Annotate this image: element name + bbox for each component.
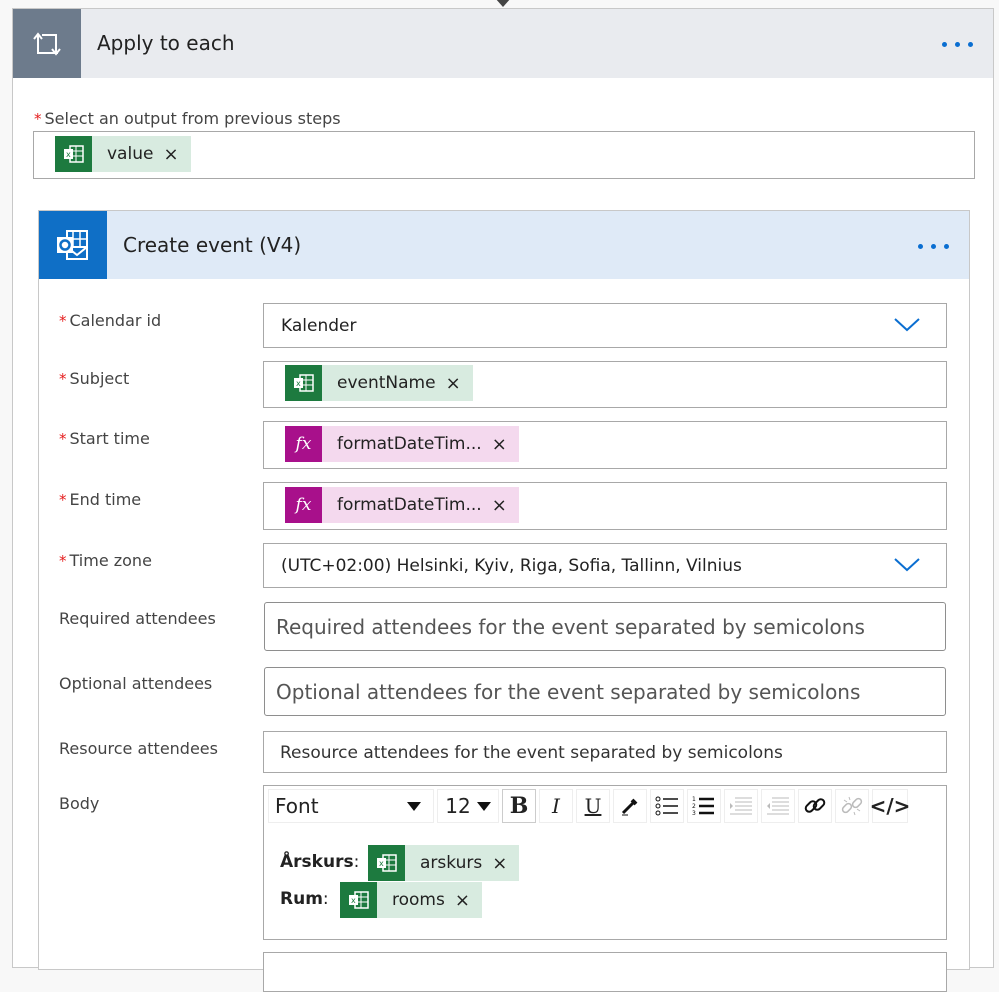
chevron-down-icon: [894, 318, 920, 332]
font-size-dropdown[interactable]: 12: [437, 789, 499, 823]
calendar-id-label: * Calendar id: [59, 311, 162, 330]
bulleted-list-button[interactable]: [650, 789, 684, 823]
remove-token-icon[interactable]: ×: [492, 434, 507, 455]
time-zone-dropdown[interactable]: (UTC+02:00) Helsinki, Kyiv, Riga, Sofia,…: [263, 543, 947, 588]
remove-token-icon[interactable]: ×: [163, 144, 178, 165]
excel-icon: x: [285, 365, 322, 401]
resource-attendees-label: Resource attendees: [59, 739, 218, 758]
indent-button[interactable]: [724, 789, 758, 823]
remove-token-icon[interactable]: ×: [446, 373, 461, 394]
token-value[interactable]: x value ×: [55, 136, 191, 172]
start-time-input[interactable]: fx formatDateTim... ×: [263, 421, 947, 469]
create-event-header[interactable]: Create event (V4): [39, 211, 969, 279]
optional-attendees-label: Optional attendees: [59, 674, 213, 693]
body-label: Body: [59, 794, 100, 813]
svg-text:x: x: [66, 150, 71, 159]
rich-text-toolbar: Font 12 B I U 123 </>: [268, 789, 942, 823]
subject-input[interactable]: x eventName ×: [263, 361, 947, 408]
bulleted-list-icon: [655, 796, 678, 816]
link-icon: [804, 798, 826, 813]
chevron-down-icon: [894, 558, 920, 572]
function-icon: fx: [285, 487, 322, 523]
function-icon: fx: [285, 426, 322, 462]
subject-label: * Subject: [59, 369, 130, 388]
caret-down-icon: [476, 801, 491, 811]
numbered-list-icon: 123: [692, 796, 714, 816]
start-time-label: * Start time: [59, 429, 150, 448]
caret-down-icon: [407, 801, 421, 811]
token-arskurs[interactable]: x arskurs ×: [368, 845, 520, 881]
calendar-id-dropdown[interactable]: Kalender: [263, 303, 947, 348]
loop-icon: [13, 9, 81, 78]
svg-text:1: 1: [692, 796, 696, 803]
body-line-arskurs: Årskurs:: [280, 852, 360, 872]
body-line-rum: Rum:: [280, 889, 329, 909]
insert-link-button[interactable]: [798, 789, 832, 823]
connector-arrow-icon: [495, 0, 511, 7]
outdent-button[interactable]: [761, 789, 795, 823]
required-attendees-input[interactable]: Required attendees for the event separat…: [264, 602, 946, 651]
indent-icon: [730, 797, 752, 815]
apply-to-each-title: Apply to each: [97, 31, 235, 55]
create-event-card: Create event (V4) * Calendar id Kalender …: [38, 210, 970, 992]
token-end-expression[interactable]: fx formatDateTim... ×: [285, 487, 519, 523]
token-start-expression[interactable]: fx formatDateTim... ×: [285, 426, 519, 462]
excel-icon: x: [55, 136, 92, 172]
svg-text:x: x: [296, 379, 301, 388]
select-output-label: * Select an output from previous steps: [34, 109, 341, 128]
underline-button[interactable]: U: [576, 789, 610, 823]
required-attendees-label: Required attendees: [59, 609, 216, 628]
unlink-icon: [841, 796, 863, 816]
outlook-icon: [39, 211, 107, 279]
end-time-input[interactable]: fx formatDateTim... ×: [263, 482, 947, 530]
next-field-input[interactable]: [263, 952, 947, 992]
remove-token-icon[interactable]: ×: [492, 495, 507, 516]
remove-token-icon[interactable]: ×: [492, 853, 507, 874]
remove-token-icon[interactable]: ×: [455, 890, 470, 911]
excel-icon: x: [368, 845, 405, 881]
optional-attendees-input[interactable]: Optional attendees for the event separat…: [264, 667, 946, 716]
text-color-button[interactable]: [613, 789, 647, 823]
numbered-list-button[interactable]: 123: [687, 789, 721, 823]
time-zone-label: * Time zone: [59, 551, 152, 570]
token-eventname[interactable]: x eventName ×: [285, 365, 473, 401]
select-output-input[interactable]: x value ×: [33, 131, 975, 179]
outdent-icon: [767, 797, 789, 815]
end-time-label: * End time: [59, 490, 142, 509]
remove-link-button[interactable]: [835, 789, 869, 823]
token-rooms[interactable]: x rooms ×: [340, 882, 482, 918]
body-editor[interactable]: Font 12 B I U 123 </> Årskurs: x arskurs…: [263, 785, 947, 940]
excel-icon: x: [340, 882, 377, 918]
resource-attendees-input[interactable]: Resource attendees for the event separat…: [263, 731, 947, 773]
create-event-title: Create event (V4): [123, 233, 302, 257]
ellipsis-icon[interactable]: [918, 244, 949, 249]
ellipsis-icon[interactable]: [942, 42, 973, 47]
apply-to-each-card: Apply to each * Select an output from pre…: [12, 8, 994, 992]
svg-text:x: x: [351, 896, 356, 905]
svg-text:2: 2: [692, 803, 696, 810]
svg-text:3: 3: [692, 810, 696, 816]
required-marker: *: [34, 110, 42, 128]
bold-button[interactable]: B: [502, 789, 536, 823]
font-family-dropdown[interactable]: Font: [268, 789, 434, 823]
color-picker-icon: [621, 798, 638, 816]
code-view-button[interactable]: </>: [870, 789, 910, 823]
apply-to-each-header[interactable]: Apply to each: [13, 9, 993, 78]
svg-text:x: x: [379, 859, 384, 868]
italic-button[interactable]: I: [539, 789, 573, 823]
